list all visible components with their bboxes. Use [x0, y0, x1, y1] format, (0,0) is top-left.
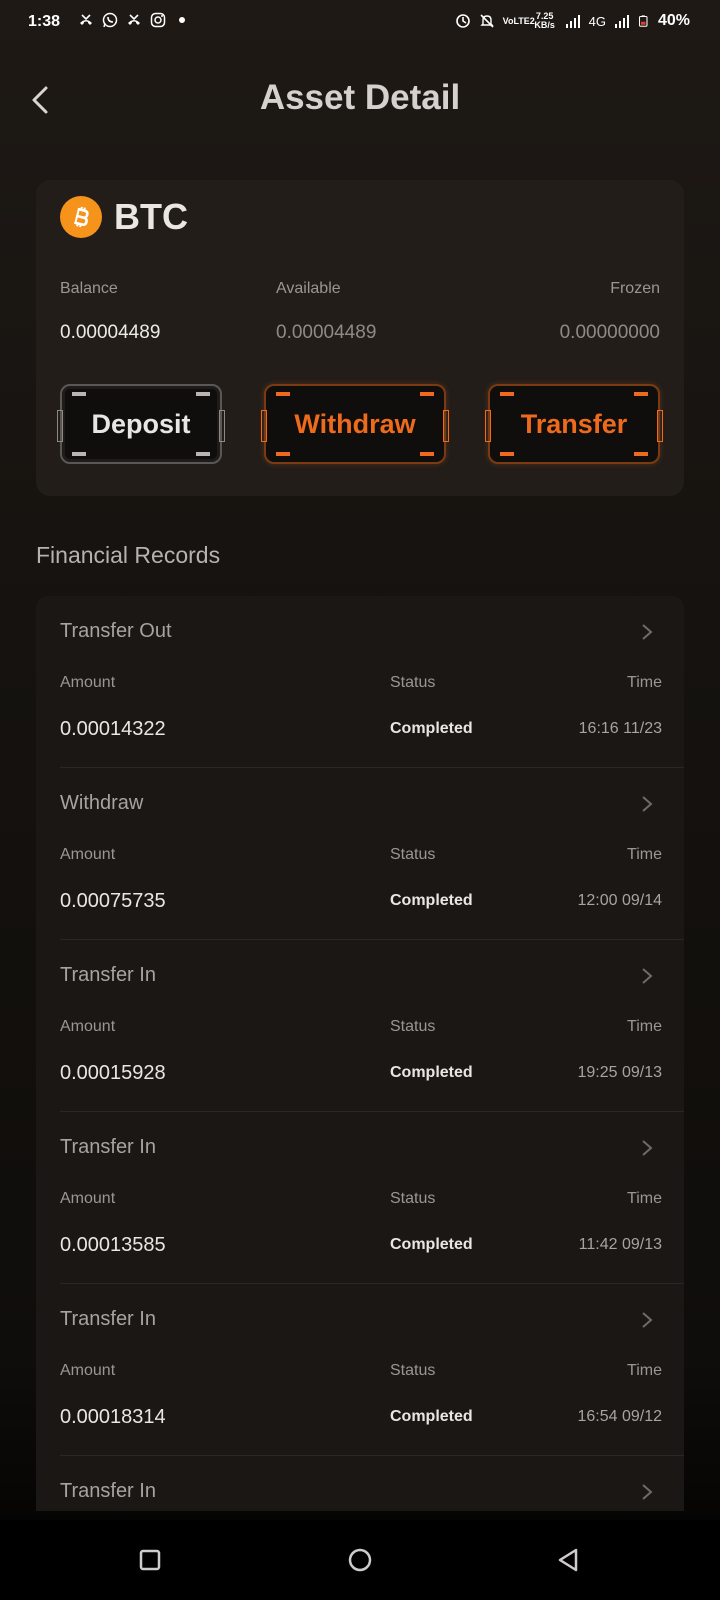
status-label: Status [390, 1018, 436, 1035]
frozen-label: Frozen [610, 280, 660, 297]
battery-icon [638, 15, 648, 27]
instagram-icon [150, 12, 166, 28]
withdraw-button[interactable]: Withdraw [261, 384, 449, 464]
record-type: Withdraw [60, 792, 144, 814]
mute-icon [479, 14, 494, 28]
transfer-button[interactable]: Transfer [485, 384, 663, 464]
time-label: Time [627, 674, 662, 691]
record-status: Completed [390, 1408, 473, 1425]
bitcoin-icon [60, 196, 102, 238]
time-label: Time [627, 1362, 662, 1379]
record-item[interactable]: Transfer In Amount Status Time 0.0001592… [36, 940, 684, 1112]
status-label: Status [390, 674, 436, 691]
network-speed: 7.25 KB/s [533, 12, 557, 30]
available-value: 0.00004489 [276, 322, 377, 343]
chevron-right-icon [642, 1140, 653, 1156]
record-time: 12:00 09/14 [577, 892, 662, 909]
record-amount: 0.00014322 [60, 718, 166, 740]
record-status: Completed [390, 892, 473, 909]
action-buttons: Deposit Withdraw Transfer [57, 384, 663, 464]
record-time: 11:42 09/13 [578, 1236, 662, 1253]
section-title: Financial Records [36, 542, 221, 568]
amount-label: Amount [60, 1018, 116, 1035]
time-label: Time [627, 846, 662, 863]
amount-label: Amount [60, 674, 116, 691]
whatsapp-icon [102, 12, 118, 28]
status-label: Status [390, 846, 436, 863]
record-status: Completed [390, 1236, 473, 1253]
record-amount: 0.00015928 [60, 1062, 166, 1084]
record-amount: 0.00013585 [60, 1234, 166, 1256]
frozen-value: 0.00000000 [559, 322, 660, 343]
chevron-right-icon [642, 968, 653, 984]
record-item[interactable]: Transfer In Amount Status Time 0.0001358… [36, 1112, 684, 1284]
missed-call-icon [128, 14, 140, 25]
available-label: Available [276, 280, 341, 297]
record-item[interactable]: Withdraw Amount Status Time 0.00075735 C… [36, 768, 684, 940]
time-label: Time [627, 1018, 662, 1035]
record-item[interactable]: Transfer In Amount Status Time 0.0001831… [36, 1284, 684, 1456]
bitcoin-symbol [74, 206, 89, 228]
system-icons: VoLTE2 7.25 KB/s 4G 40% [455, 12, 690, 30]
recents-icon[interactable] [132, 1542, 168, 1578]
deposit-label: Deposit [91, 408, 191, 439]
status-label: Status [390, 1190, 436, 1207]
status-bar: 1:38 VoLTE2 7.25 KB/s 4G 40% [0, 0, 720, 46]
back-icon[interactable] [550, 1542, 586, 1578]
signal-icon [614, 15, 629, 28]
record-item[interactable]: Transfer Out Amount Status Time 0.000143… [36, 596, 684, 768]
amount-label: Amount [60, 1190, 116, 1207]
record-amount: 0.00075735 [60, 890, 166, 912]
record-type: Transfer In [60, 1136, 156, 1158]
home-icon[interactable] [342, 1542, 378, 1578]
record-item[interactable]: Transfer In [36, 1456, 684, 1511]
dot-icon [179, 17, 185, 23]
notification-icons [78, 12, 190, 28]
chevron-right-icon [642, 1484, 653, 1500]
coin-name: BTC [114, 196, 188, 237]
record-type: Transfer Out [60, 620, 172, 642]
withdraw-label: Withdraw [294, 408, 416, 439]
record-type: Transfer In [60, 1308, 156, 1330]
transfer-label: Transfer [520, 408, 628, 439]
volte-indicator: VoLTE2 [502, 15, 535, 26]
status-label: Status [390, 1362, 436, 1379]
network-type: 4G [588, 13, 606, 29]
records-list: Transfer Out Amount Status Time 0.000143… [36, 596, 684, 1511]
data-saver-icon [455, 14, 470, 28]
time-label: Time [627, 1190, 662, 1207]
coin-row: BTC [60, 196, 188, 238]
battery-percent: 40% [657, 12, 690, 29]
deposit-button[interactable]: Deposit [57, 384, 225, 464]
asset-card: BTC Balance Available Frozen 0.00004489 … [36, 180, 684, 496]
record-time: 16:54 09/12 [577, 1408, 662, 1425]
record-type: Transfer In [60, 964, 156, 986]
signal-icon [565, 15, 580, 28]
record-amount: 0.00018314 [60, 1406, 166, 1428]
chevron-right-icon [642, 1312, 653, 1328]
missed-call-icon [80, 14, 92, 25]
speed-unit: KB/s [534, 20, 555, 30]
chevron-right-icon [642, 796, 653, 812]
balance-label: Balance [60, 280, 118, 297]
navigation-bar [0, 1520, 720, 1600]
page-title: Asset Detail [259, 78, 461, 117]
record-type: Transfer In [60, 1480, 156, 1502]
record-time: 19:25 09/13 [577, 1064, 662, 1081]
amount-label: Amount [60, 1362, 116, 1379]
record-time: 16:16 11/23 [578, 720, 662, 737]
record-status: Completed [390, 720, 473, 737]
record-status: Completed [390, 1064, 473, 1081]
status-time: 1:38 [28, 13, 61, 30]
balance-value: 0.00004489 [60, 322, 161, 343]
header: Asset Detail [0, 60, 720, 140]
chevron-right-icon [642, 624, 653, 640]
amount-label: Amount [60, 846, 116, 863]
